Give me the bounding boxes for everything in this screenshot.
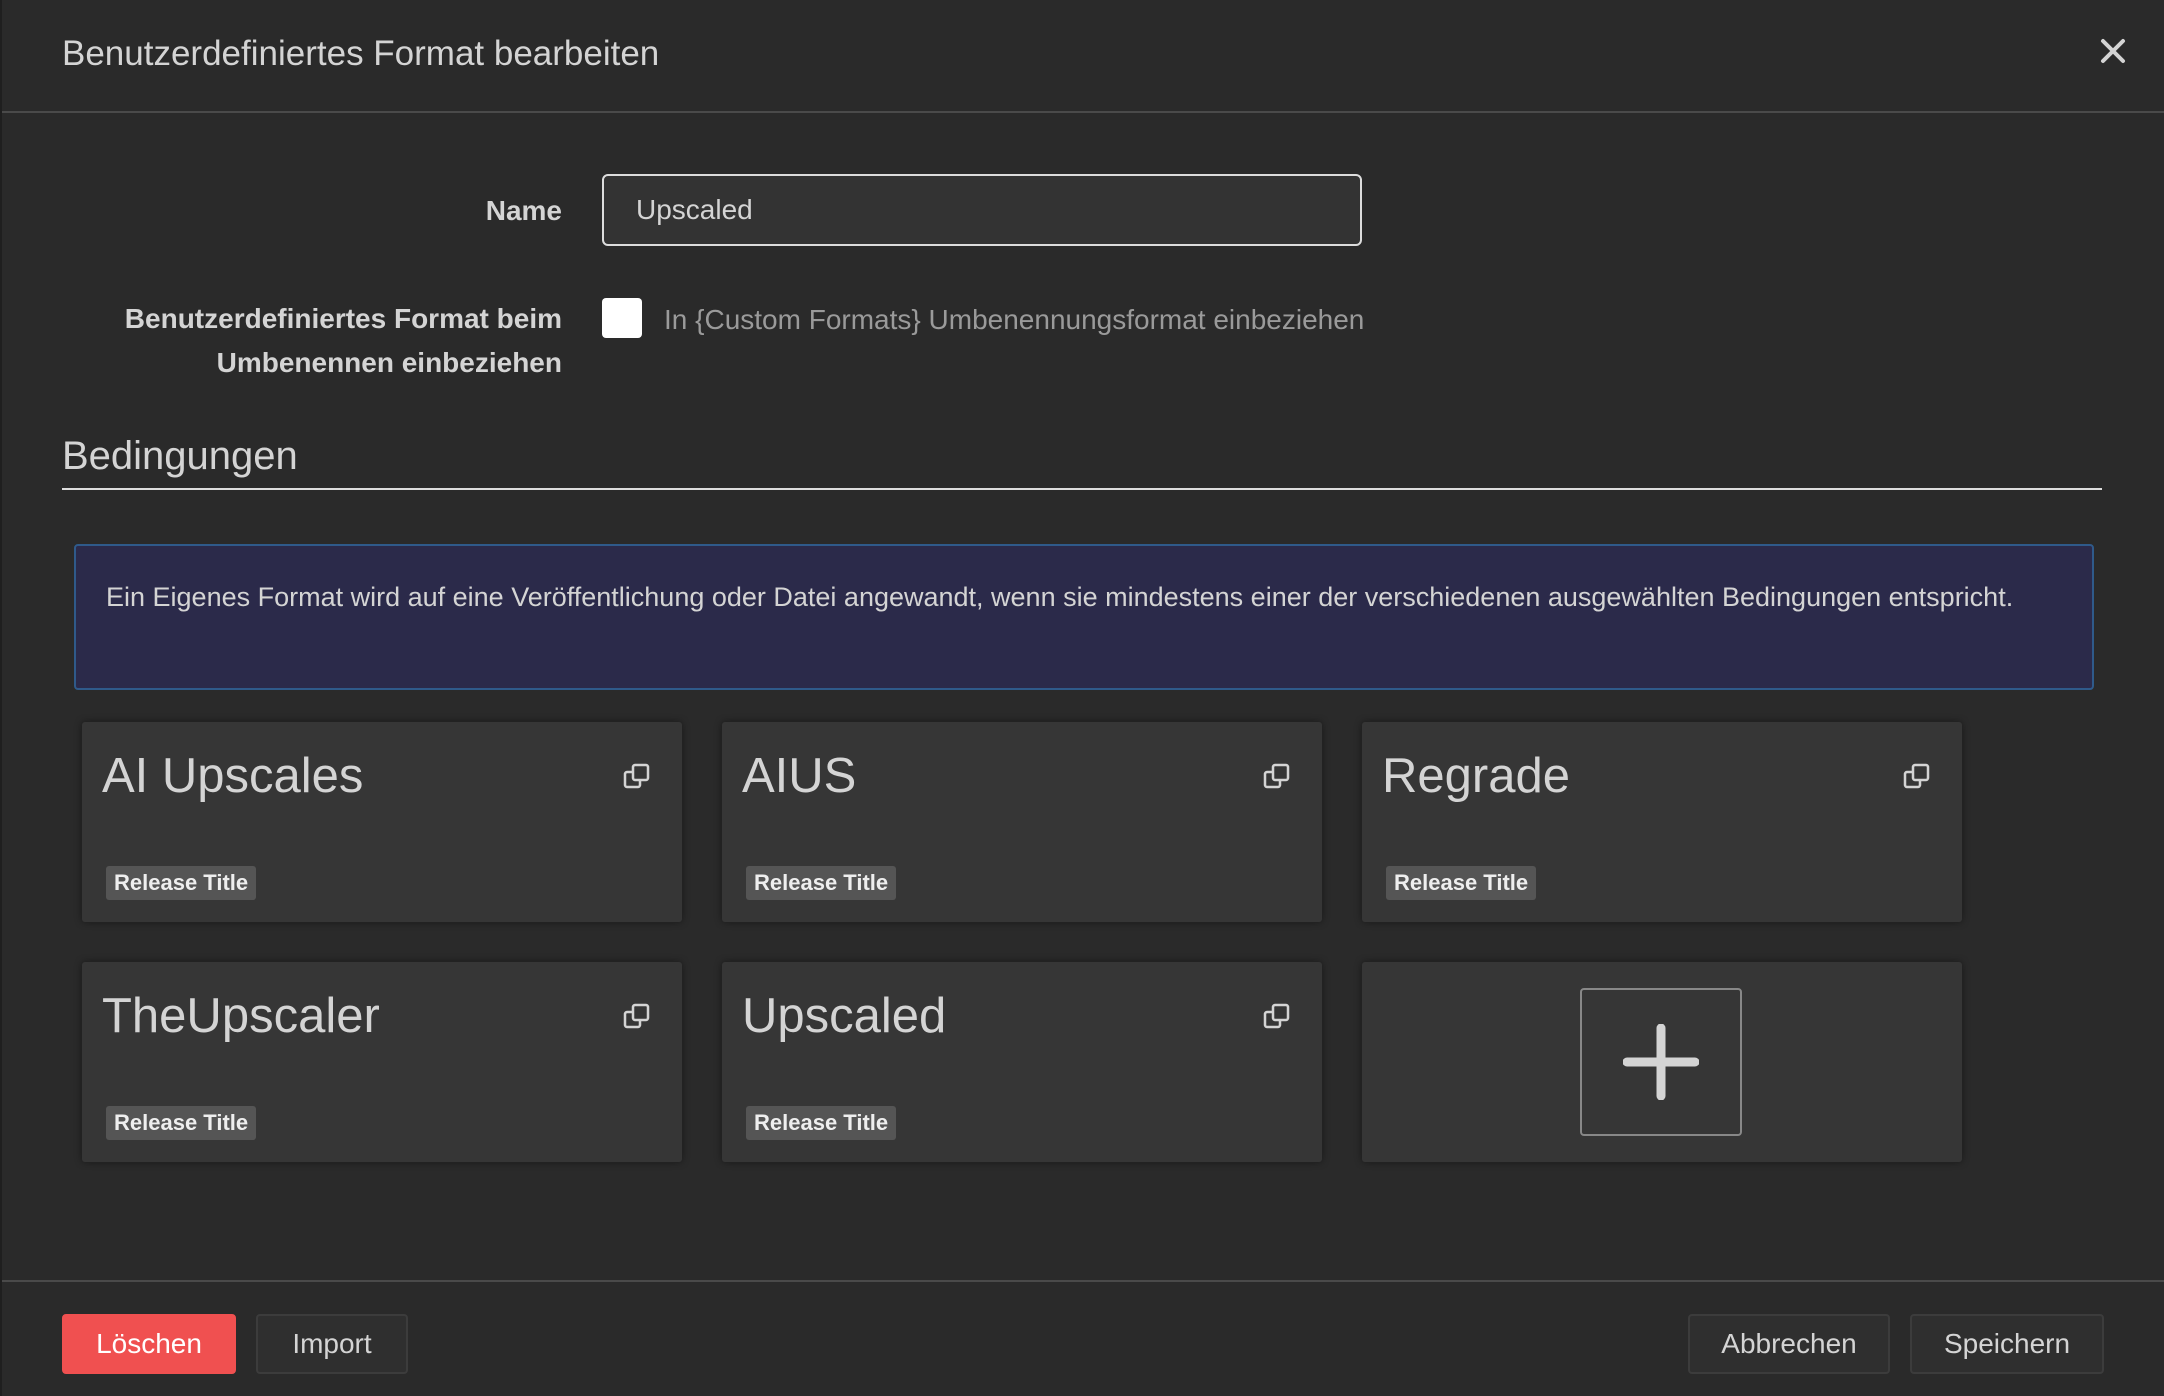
condition-type-tag: Release Title bbox=[746, 866, 897, 900]
modal-title: Benutzerdefiniertes Format bearbeiten bbox=[62, 34, 660, 73]
clone-icon[interactable] bbox=[1262, 762, 1292, 792]
condition-card[interactable]: Upscaled Release Title bbox=[722, 962, 1322, 1162]
condition-type-tag: Release Title bbox=[746, 1106, 897, 1140]
name-input[interactable] bbox=[602, 174, 1362, 246]
cancel-button[interactable]: Abbrechen bbox=[1688, 1314, 1890, 1374]
conditions-legend: Bedingungen bbox=[62, 428, 2102, 490]
condition-type-tag: Release Title bbox=[106, 866, 257, 900]
condition-type-tag: Release Title bbox=[1386, 866, 1537, 900]
modal-header: Benutzerdefiniertes Format bearbeiten bbox=[2, 0, 2164, 113]
include-in-rename-checkbox[interactable] bbox=[602, 298, 642, 338]
clone-icon[interactable] bbox=[1902, 762, 1932, 792]
modal-footer: Löschen Import Abbrechen Speichern bbox=[2, 1280, 2164, 1396]
condition-name: AIUS bbox=[742, 749, 857, 803]
condition-name: AI Upscales bbox=[102, 749, 364, 803]
include-in-rename-help: In {Custom Formats} Umbenennungsformat e… bbox=[664, 304, 1365, 335]
add-condition-card bbox=[1362, 962, 1962, 1162]
rename-label-line2: Umbenennen einbeziehen bbox=[216, 347, 562, 378]
condition-name: Upscaled bbox=[742, 989, 947, 1043]
clone-icon[interactable] bbox=[622, 1002, 652, 1032]
clone-icon[interactable] bbox=[622, 762, 652, 792]
condition-type-tag: Release Title bbox=[106, 1106, 257, 1140]
rename-label-line1: Benutzerdefiniertes Format beim bbox=[124, 303, 562, 334]
save-button[interactable]: Speichern bbox=[1910, 1314, 2104, 1374]
clone-icon[interactable] bbox=[1262, 1002, 1292, 1032]
import-button[interactable]: Import bbox=[256, 1314, 408, 1374]
name-label: Name bbox=[485, 195, 562, 226]
add-condition-button[interactable] bbox=[1580, 988, 1742, 1136]
condition-card[interactable]: TheUpscaler Release Title bbox=[82, 962, 682, 1162]
close-icon bbox=[2101, 39, 2125, 63]
condition-name: TheUpscaler bbox=[102, 989, 380, 1043]
condition-card[interactable]: AI Upscales Release Title bbox=[82, 722, 682, 922]
plus-icon bbox=[1623, 1024, 1699, 1100]
delete-button[interactable]: Löschen bbox=[62, 1314, 236, 1374]
close-button[interactable] bbox=[2092, 30, 2134, 72]
condition-card[interactable]: AIUS Release Title bbox=[722, 722, 1322, 922]
condition-name: Regrade bbox=[1382, 749, 1570, 803]
conditions-info-alert: Ein Eigenes Format wird auf eine Veröffe… bbox=[74, 544, 2094, 690]
condition-card[interactable]: Regrade Release Title bbox=[1362, 722, 1962, 922]
edit-custom-format-modal: Benutzerdefiniertes Format bearbeiten Na… bbox=[2, 0, 2164, 1396]
